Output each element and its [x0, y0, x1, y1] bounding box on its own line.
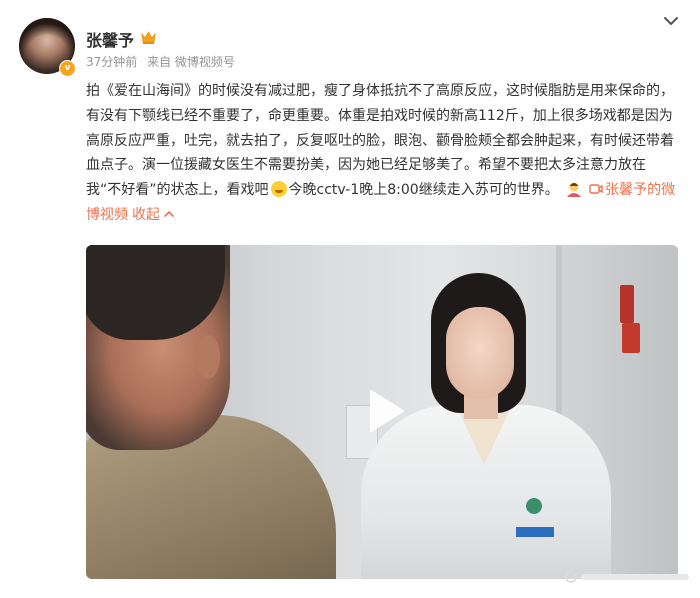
member-crown-icon[interactable]: [140, 30, 157, 45]
watermark-mark: [565, 571, 689, 583]
username[interactable]: 张馨予: [86, 27, 134, 51]
post-text-continued: 今晚cctv-1晚上8:00继续走入苏可的世界。: [288, 182, 559, 199]
post-time[interactable]: 37分钟前: [86, 55, 137, 69]
collapse-button[interactable]: 收起: [132, 207, 175, 223]
play-icon[interactable]: [367, 388, 407, 434]
video-scenery: [622, 323, 640, 353]
weibo-post: v 张馨予 37分钟前 来自 微博视频号 拍《爱在山海间》的时候没有减过肥，瘦了…: [0, 0, 700, 598]
video-figure: [196, 335, 220, 379]
video-player[interactable]: [86, 245, 678, 579]
watermark: [565, 570, 693, 590]
post-source[interactable]: 来自 微博视频号: [147, 55, 235, 69]
video-scenery: [620, 285, 634, 323]
chevron-up-icon: [164, 210, 174, 217]
post-text: 拍《爱在山海间》的时候没有减过肥，瘦了身体抵抗不了高原反应，这时候脂肪是用来保命…: [86, 83, 674, 199]
video-figure: [446, 307, 514, 399]
video-figure: [516, 527, 554, 537]
verified-badge-icon: v: [59, 60, 76, 77]
collapse-label: 收起: [132, 206, 160, 223]
post-meta: 37分钟前 来自 微博视频号: [86, 53, 241, 70]
video-figure: [526, 498, 542, 514]
person-emoji-icon: [567, 182, 582, 198]
smile-emoji-icon: [270, 181, 287, 198]
post-content: 拍《爱在山海间》的时候没有减过肥，瘦了身体抵抗不了高原反应，这时候脂肪是用来保命…: [86, 79, 680, 228]
chevron-down-icon[interactable]: [662, 14, 680, 28]
video-link-icon: [589, 184, 603, 194]
